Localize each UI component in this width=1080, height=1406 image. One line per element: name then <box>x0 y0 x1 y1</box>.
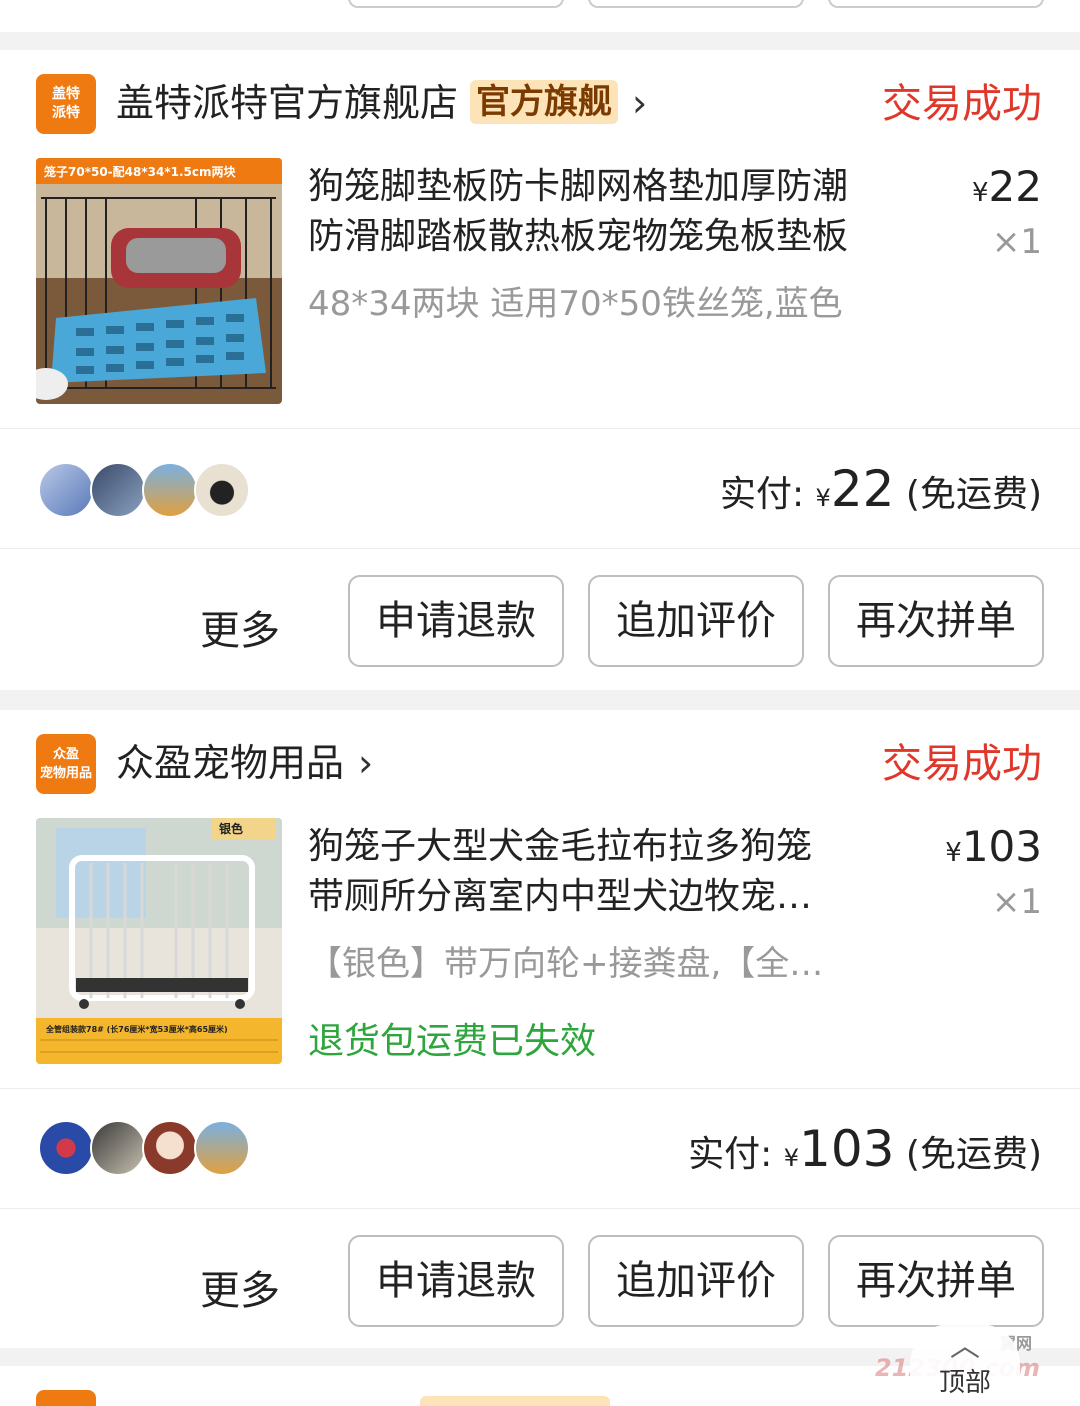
order-status: 交易成功 <box>882 81 1042 127</box>
product-quantity: ×1 <box>991 222 1042 262</box>
flagship-badge: 官方旗舰 <box>470 80 619 124</box>
product-title-line1[interactable]: 狗笼子大型犬金毛拉布拉多狗笼 <box>308 822 938 872</box>
order-card: 众盈 宠物用品 众盈宠物用品 › 交易成功 银色 全管组装款78# (长76厘米*宽… <box>0 710 1080 1348</box>
paid-amount: 实付: ¥103 (免运费) <box>688 1120 1042 1178</box>
add-review-button[interactable]: 追加评价 <box>588 575 804 667</box>
dog-cage-image: 银色 全管组装款78# (长76厘米*宽53厘米*高65厘米) <box>36 818 282 1064</box>
cage-mat-image: 笼子70*50-配48*34*1.5cm两块 <box>36 158 282 404</box>
shop-name-row[interactable]: 盖特派特官方旗舰店 官方旗舰 › <box>116 78 647 128</box>
product-image-banner: 笼子70*50-配48*34*1.5cm两块 <box>43 164 236 179</box>
shop-logo: 众盈 宠物用品 <box>36 734 96 794</box>
product-spec: 【银色】带万向轮+接粪盘,【全… <box>308 944 824 984</box>
reorder-button[interactable]: 再次拼单 <box>828 1235 1044 1327</box>
product-title-line2[interactable]: 防滑脚踏板散热板宠物笼兔板垫板 <box>308 212 898 262</box>
previous-button-stub[interactable] <box>348 0 564 8</box>
shop-name-row[interactable]: 众盈宠物用品 › <box>116 738 373 788</box>
avatar <box>142 1120 198 1176</box>
avatar <box>38 1120 94 1176</box>
flagship-badge <box>420 1396 610 1406</box>
product-spec: 48*34两块 适用70*50铁丝笼,蓝色 <box>308 284 843 324</box>
avatar <box>90 462 146 518</box>
product-image-caption: 全管组装款78# (长76厘米*宽53厘米*高65厘米) <box>45 1024 228 1034</box>
add-review-button[interactable]: 追加评价 <box>588 1235 804 1327</box>
product-title-line2[interactable]: 带厕所分离室内中型犬边牧宠… <box>308 872 898 922</box>
avatar <box>142 462 198 518</box>
refund-button[interactable]: 申请退款 <box>348 575 564 667</box>
avatar <box>194 1120 250 1176</box>
product-image[interactable]: 笼子70*50-配48*34*1.5cm两块 <box>36 158 282 404</box>
product-image-tag: 银色 <box>219 821 243 836</box>
shop-header[interactable]: 众盈 宠物用品 众盈宠物用品 › 交易成功 <box>36 734 1042 794</box>
previous-order-action-bar <box>0 0 1080 32</box>
product-price: ¥103 <box>945 822 1042 871</box>
chevron-up-icon: ︿ <box>950 1329 980 1364</box>
more-button[interactable]: 更多 <box>200 1258 280 1316</box>
refund-button[interactable]: 申请退款 <box>348 1235 564 1327</box>
reorder-button[interactable]: 再次拼单 <box>828 575 1044 667</box>
product-quantity: ×1 <box>991 882 1042 922</box>
previous-button-stub[interactable] <box>588 0 804 8</box>
shop-header[interactable]: 盖特 派特 盖特派特官方旗舰店 官方旗舰 › 交易成功 <box>36 74 1042 134</box>
divider <box>0 1208 1080 1209</box>
order-card: 盖特 派特 盖特派特官方旗舰店 官方旗舰 › 交易成功 笼子70*50-配48*34*… <box>0 50 1080 690</box>
product-title-line1[interactable]: 狗笼脚垫板防卡脚网格垫加厚防潮 <box>308 162 938 212</box>
shop-name: 盖特派特官方旗舰店 <box>116 81 459 125</box>
divider <box>0 548 1080 549</box>
avatar <box>194 462 250 518</box>
avatar <box>90 1120 146 1176</box>
divider <box>0 1088 1080 1089</box>
refund-shipping-note: 退货包运费已失效 <box>308 1021 597 1062</box>
shop-name: 众盈宠物用品 <box>116 741 345 785</box>
shop-logo <box>36 1390 96 1406</box>
paid-amount: 实付: ¥22 (免运费) <box>719 460 1042 518</box>
more-button[interactable]: 更多 <box>200 598 280 656</box>
product-price: ¥22 <box>972 162 1042 211</box>
previous-button-stub[interactable] <box>828 0 1044 8</box>
chevron-right-icon: › <box>632 81 648 125</box>
product-image[interactable]: 银色 全管组装款78# (长76厘米*宽53厘米*高65厘米) <box>36 818 282 1064</box>
back-to-top-button[interactable]: ︿ 顶部 <box>910 1324 1020 1406</box>
order-status: 交易成功 <box>882 741 1042 787</box>
shop-logo: 盖特 派特 <box>36 74 96 134</box>
back-to-top-label: 顶部 <box>938 1368 991 1398</box>
divider <box>0 428 1080 429</box>
chevron-right-icon: › <box>358 741 374 785</box>
avatar <box>38 462 94 518</box>
